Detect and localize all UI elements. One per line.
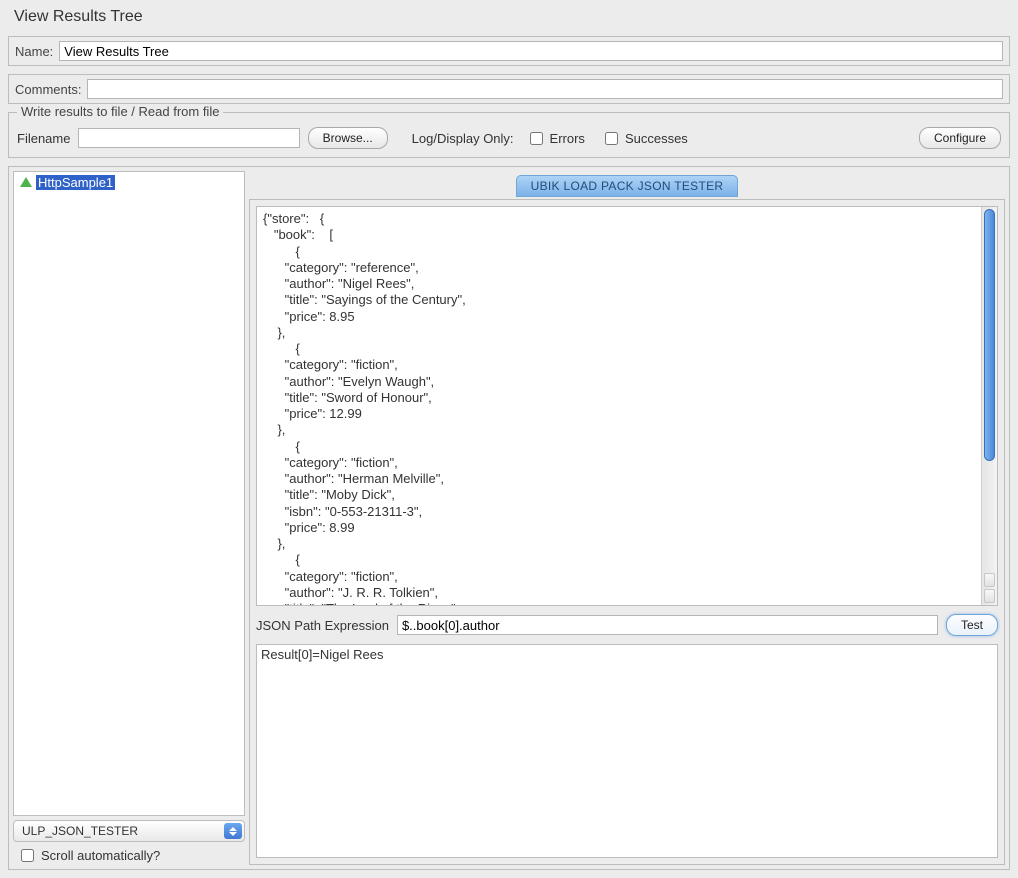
page-title: View Results Tree <box>0 0 1018 32</box>
successes-checkbox[interactable]: Successes <box>601 129 688 148</box>
tree-item-label: HttpSample1 <box>36 175 115 190</box>
tab-bar: UBIK LOAD PACK JSON TESTER <box>249 171 1005 197</box>
filename-label: Filename <box>17 131 70 146</box>
name-row: Name: <box>8 36 1010 66</box>
details-column: UBIK LOAD PACK JSON TESTER {"store": { "… <box>249 171 1005 865</box>
errors-checkbox-input[interactable] <box>530 132 543 145</box>
comments-input[interactable] <box>87 79 1003 99</box>
errors-checkbox-label: Errors <box>550 131 585 146</box>
jsonpath-label: JSON Path Expression <box>256 618 389 633</box>
errors-checkbox[interactable]: Errors <box>526 129 585 148</box>
scroll-up-icon[interactable] <box>984 573 995 587</box>
jsonpath-row: JSON Path Expression Test <box>256 614 998 636</box>
name-input[interactable] <box>59 41 1003 61</box>
successes-checkbox-input[interactable] <box>605 132 618 145</box>
successes-checkbox-label: Successes <box>625 131 688 146</box>
write-results-legend: Write results to file / Read from file <box>17 104 223 119</box>
scroll-down-icon[interactable] <box>984 589 995 603</box>
browse-button[interactable]: Browse... <box>308 127 388 149</box>
write-results-fieldset: Write results to file / Read from file F… <box>8 112 1010 158</box>
tab-json-tester[interactable]: UBIK LOAD PACK JSON TESTER <box>516 175 739 197</box>
filename-input[interactable] <box>78 128 299 148</box>
comments-label: Comments: <box>15 82 81 97</box>
jsonpath-input[interactable] <box>397 615 938 635</box>
tab-body: {"store": { "book": [ { "category": "ref… <box>249 199 1005 865</box>
tree-view[interactable]: HttpSample1 <box>13 171 245 816</box>
test-button[interactable]: Test <box>946 614 998 636</box>
renderer-select-value: ULP_JSON_TESTER <box>22 824 138 838</box>
scroll-auto-checkbox-input[interactable] <box>21 849 34 862</box>
renderer-select[interactable]: ULP_JSON_TESTER <box>13 820 245 842</box>
comments-row: Comments: <box>8 74 1010 104</box>
json-scrollbar[interactable] <box>981 207 997 605</box>
scroll-auto-checkbox[interactable]: Scroll automatically? <box>17 846 241 865</box>
warning-icon <box>20 177 32 187</box>
chevron-updown-icon <box>224 823 242 839</box>
json-view[interactable]: {"store": { "book": [ { "category": "ref… <box>257 207 981 605</box>
scroll-auto-label: Scroll automatically? <box>41 848 160 863</box>
configure-button[interactable]: Configure <box>919 127 1001 149</box>
result-box[interactable]: Result[0]=Nigel Rees <box>256 644 998 858</box>
logdisplay-label: Log/Display Only: <box>412 131 514 146</box>
main-area: HttpSample1 ULP_JSON_TESTER Scroll autom… <box>8 166 1010 870</box>
json-pane: {"store": { "book": [ { "category": "ref… <box>256 206 998 606</box>
scrollbar-thumb[interactable] <box>984 209 995 461</box>
tree-item-httpsample1[interactable]: HttpSample1 <box>16 174 242 191</box>
tree-column: HttpSample1 ULP_JSON_TESTER Scroll autom… <box>13 171 245 865</box>
name-label: Name: <box>15 44 53 59</box>
